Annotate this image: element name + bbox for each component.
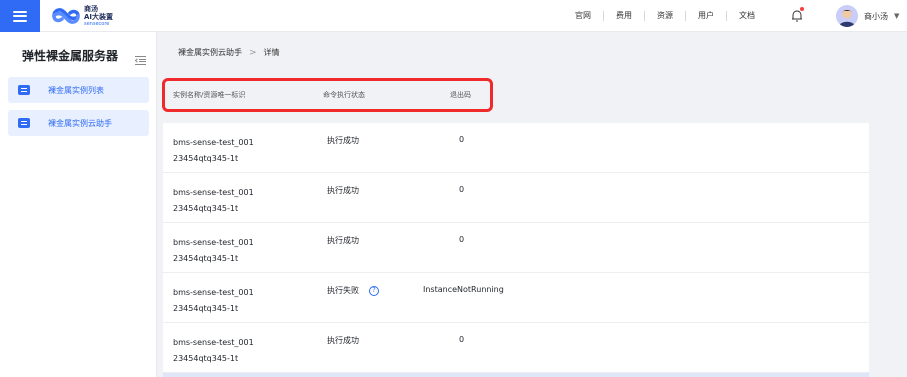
instance-name: bms-sense-test_001	[173, 138, 254, 147]
exit-code: 0	[459, 335, 465, 344]
logo-text-line1: 商汤	[84, 4, 98, 13]
sidebar-title: 弹性裸金属服务器	[22, 49, 119, 63]
instance-cell: bms-sense-test_001 23454qtq345-1t	[173, 235, 254, 267]
notification-dot	[800, 7, 804, 11]
hamburger-icon	[13, 10, 27, 22]
status-cell: 执行成功	[327, 185, 359, 196]
user-name: 商小汤	[864, 11, 888, 21]
instance-cell: bms-sense-test_001 23454qtq345-1t	[173, 135, 254, 167]
exit-code: 0	[459, 185, 465, 194]
table-row: bms-sense-test_001 23454qtq345-1t 执行成功 0	[163, 173, 869, 223]
instance-name: bms-sense-test_001	[173, 238, 254, 247]
status-cell: 执行成功	[327, 335, 359, 346]
collapse-sidebar-icon[interactable]	[134, 50, 146, 65]
status-text: 执行成功	[327, 186, 359, 195]
logo-text-line2: AI大装置	[84, 12, 114, 21]
exit-code: 0	[459, 135, 465, 144]
status-text: 执行失败	[327, 286, 359, 295]
instance-name: bms-sense-test_001	[173, 288, 254, 297]
table-row: bms-sense-test_001 23454qtq345-1t 执行成功 0	[163, 223, 869, 273]
list-icon	[18, 118, 30, 128]
table-body: bms-sense-test_001 23454qtq345-1t 执行成功 0…	[163, 123, 869, 377]
breadcrumb-separator: >	[249, 47, 257, 58]
table-footer-strip	[163, 373, 869, 377]
instance-cell: bms-sense-test_001 23454qtq345-1t	[173, 185, 254, 217]
sidebar-item-label: 裸金属实例云助手	[48, 118, 112, 128]
status-cell: 执行成功	[327, 235, 359, 246]
logo-text-line3: sensecore	[84, 20, 110, 27]
breadcrumb-current: 详情	[263, 48, 280, 57]
nav-users[interactable]: 用户	[686, 11, 727, 21]
user-menu[interactable]: 商小汤 ▼	[836, 5, 899, 27]
instance-id: 23454qtq345-1t	[173, 354, 239, 363]
instance-name: bms-sense-test_001	[173, 338, 254, 347]
breadcrumb-parent[interactable]: 裸金属实例云助手	[178, 47, 242, 58]
instance-id: 23454qtq345-1t	[173, 204, 239, 213]
bell-icon[interactable]	[790, 7, 804, 22]
chevron-down-icon: ▼	[894, 12, 900, 20]
help-icon[interactable]: ?	[369, 285, 379, 296]
instance-id: 23454qtq345-1t	[173, 304, 239, 313]
instance-cell: bms-sense-test_001 23454qtq345-1t	[173, 285, 254, 317]
sidebar-item-instance-list[interactable]: 裸金属实例列表	[8, 77, 149, 103]
exit-code: 0	[459, 235, 465, 244]
status-text: 执行成功	[327, 136, 359, 145]
logo[interactable]: 商汤 AI大装置 sensecore	[52, 5, 113, 27]
status-text: 执行成功	[327, 236, 359, 245]
status-cell: 执行失败 ?	[327, 285, 379, 296]
nav-docs[interactable]: 文档	[727, 11, 767, 21]
highlight-box	[162, 78, 493, 112]
sidebar-item-label: 裸金属实例列表	[48, 85, 104, 95]
nav-resources[interactable]: 资源	[645, 11, 686, 21]
sidebar: 弹性裸金属服务器 裸金属实例列表 裸金属实例云助手	[0, 32, 157, 377]
instance-cell: bms-sense-test_001 23454qtq345-1t	[173, 335, 254, 367]
table-row: bms-sense-test_001 23454qtq345-1t 执行成功 0	[163, 323, 869, 373]
instance-name: bms-sense-test_001	[173, 188, 254, 197]
table-row: bms-sense-test_001 23454qtq345-1t 执行失败 ?…	[163, 273, 869, 323]
logo-icon	[52, 6, 80, 26]
instance-id: 23454qtq345-1t	[173, 254, 239, 263]
breadcrumb: 裸金属实例云助手 > 详情	[178, 47, 280, 58]
menu-button[interactable]	[0, 0, 40, 32]
instance-id: 23454qtq345-1t	[173, 154, 239, 163]
sidebar-item-cloud-assistant[interactable]: 裸金属实例云助手	[8, 110, 149, 136]
top-bar: 商汤 AI大装置 sensecore 官网 费用 资源 用户 文档 商小汤 ▼	[0, 0, 907, 32]
nav-official-site[interactable]: 官网	[563, 11, 604, 21]
list-icon	[18, 85, 30, 95]
status-cell: 执行成功	[327, 135, 359, 146]
avatar	[836, 5, 858, 27]
nav-billing[interactable]: 费用	[604, 11, 645, 21]
table-row: bms-sense-test_001 23454qtq345-1t 执行成功 0	[163, 123, 869, 173]
top-nav: 官网 费用 资源 用户 文档	[563, 0, 767, 32]
status-text: 执行成功	[327, 336, 359, 345]
exit-code: InstanceNotRunning	[423, 285, 504, 294]
